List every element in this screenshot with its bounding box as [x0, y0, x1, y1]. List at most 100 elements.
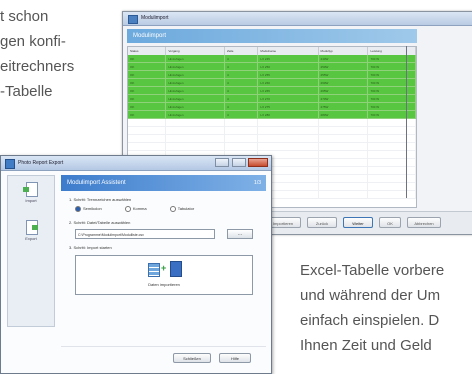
- table-cell: OK: [128, 78, 167, 87]
- sidebar-item-import[interactable]: Import: [8, 182, 54, 214]
- table-cell: [165, 126, 225, 135]
- table-cell: LX 250: [257, 62, 319, 71]
- table-cell: LX 275: [257, 102, 319, 111]
- table-row[interactable]: OK Hinzufügen 4 LX 275 275W 700 W: [128, 102, 416, 111]
- app-icon: [128, 15, 138, 24]
- table-cell: 275W: [318, 102, 369, 111]
- radio-selected-icon: [75, 206, 81, 212]
- table-cell: 4: [224, 70, 259, 79]
- table-cell: 4: [224, 102, 259, 111]
- table-cell: 240W: [318, 55, 369, 63]
- table-cell: [318, 142, 369, 151]
- table-row[interactable]: OK Hinzufügen 4 LX 250 250W 700 W: [128, 62, 416, 71]
- file-path-row: C:\Programme\Modulimport\Modulliste.csv …: [75, 229, 266, 239]
- column-header[interactable]: Vorgang: [165, 47, 225, 55]
- prose-top: t schon gen konfi- eitrechners -Tabelle: [0, 4, 118, 104]
- import-start-button[interactable]: + Daten importieren: [75, 255, 253, 295]
- close-button[interactable]: [248, 158, 268, 167]
- table-row[interactable]: OK Hinzufügen 4 LX 265 265W 700 W: [128, 86, 416, 95]
- table-cell: OK: [128, 62, 167, 71]
- import-label: Daten importieren: [148, 282, 180, 287]
- prose-line: t schon: [0, 8, 49, 25]
- table-row[interactable]: OK Hinzufügen 4 LX 270 270W 700 W: [128, 94, 416, 103]
- table-row-empty: [128, 118, 416, 127]
- help-button[interactable]: Hilfe: [219, 353, 251, 363]
- radio-tabulator[interactable]: Tabulator: [169, 206, 194, 212]
- prose-line: einfach einspielen. D: [300, 312, 440, 329]
- table-cell: [367, 142, 416, 151]
- table-cell: [367, 134, 416, 143]
- table-cell: [257, 118, 319, 127]
- table-cell: [367, 126, 416, 135]
- file-path-input[interactable]: C:\Programme\Modulimport\Modulliste.csv: [75, 229, 215, 239]
- table-cell: 700 W: [367, 94, 416, 103]
- table-cell: [318, 166, 369, 175]
- next-button[interactable]: Weiter: [343, 217, 373, 228]
- table-cell: [318, 182, 369, 191]
- close-dialog-button[interactable]: Schließen: [173, 353, 211, 363]
- table-row[interactable]: OK Hinzufügen 4 LX 255 255W 700 W: [128, 70, 416, 79]
- separator-options: Semikolon Komma Tabulator: [61, 206, 266, 214]
- table-cell: 250W: [318, 62, 369, 71]
- import-icon-group: +: [148, 261, 188, 277]
- table-cell: LX 280: [257, 110, 319, 119]
- table-row[interactable]: OK Hinzufügen 4 LX 245 240W 700 W: [128, 55, 416, 63]
- table-cell: [257, 134, 319, 143]
- table-cell: 700 W: [367, 102, 416, 111]
- table-cell: [128, 134, 167, 143]
- column-header[interactable]: Modulname: [257, 47, 319, 55]
- table-cell: 270W: [318, 94, 369, 103]
- window-title: Photo Report Export: [18, 160, 64, 166]
- column-header[interactable]: Zeile: [224, 47, 259, 55]
- window-title: Modulimport: [141, 15, 169, 21]
- table-cell: [367, 158, 416, 167]
- table-row[interactable]: OK Hinzufügen 4 LX 280 280W 700 W: [128, 110, 416, 119]
- import-wizard-window: Photo Report Export Import Export Moduli…: [0, 155, 272, 374]
- table-row-empty: [128, 134, 416, 143]
- browse-button[interactable]: ...: [227, 229, 253, 239]
- table-cell: [224, 118, 259, 127]
- table-cell: [367, 150, 416, 159]
- wizard-sidebar: Import Export: [7, 175, 55, 327]
- back-button[interactable]: Zurück: [307, 217, 337, 228]
- column-header[interactable]: Modultyp: [318, 47, 369, 55]
- ok-button[interactable]: OK: [379, 217, 401, 228]
- radio-komma[interactable]: Komma: [124, 206, 147, 212]
- table-cell: [257, 142, 319, 151]
- table-cell: LX 260: [257, 78, 319, 87]
- table-cell: [128, 118, 167, 127]
- table-cell: LX 255: [257, 70, 319, 79]
- window-titlebar[interactable]: Photo Report Export: [1, 156, 271, 171]
- wizard-footer: Schließen Hilfe: [61, 346, 266, 371]
- table-cell: [224, 142, 259, 151]
- column-header[interactable]: Status: [128, 47, 167, 55]
- banner-title: Modulimport: [127, 29, 417, 43]
- radio-icon: [124, 206, 131, 212]
- table-cell: 700 W: [367, 70, 416, 79]
- table-cell: [165, 118, 225, 127]
- table-cell: [318, 158, 369, 167]
- table-cell: Hinzufügen: [165, 102, 225, 111]
- table-cell: [224, 134, 259, 143]
- sidebar-item-export[interactable]: Export: [8, 220, 54, 252]
- table-icon: [148, 263, 160, 277]
- maximize-button[interactable]: [231, 158, 246, 167]
- table-header-row: Status Vorgang Zeile Modulname Modultyp …: [128, 47, 416, 55]
- table-cell: [318, 134, 369, 143]
- prose-line: gen konfi-: [0, 33, 66, 50]
- document-icon: [170, 261, 182, 277]
- prose-line: Excel-Tabelle vorbere: [300, 262, 445, 279]
- table-cell: 700 W: [367, 78, 416, 87]
- window-titlebar[interactable]: Modulimport: [123, 12, 472, 26]
- table-cell: OK: [128, 70, 167, 79]
- column-header[interactable]: Leistung: [367, 47, 416, 55]
- sidebar-item-label: Export: [25, 236, 37, 241]
- cancel-button[interactable]: Abbrechen: [407, 217, 441, 228]
- radio-semikolon[interactable]: Semikolon: [75, 206, 102, 212]
- table-cell: 4: [224, 78, 259, 87]
- table-cell: [367, 166, 416, 175]
- table-row[interactable]: OK Hinzufügen 4 LX 260 260W 700 W: [128, 78, 416, 87]
- minimize-button[interactable]: [215, 158, 230, 167]
- app-icon: [5, 159, 15, 169]
- table-cell: Hinzufügen: [165, 55, 225, 63]
